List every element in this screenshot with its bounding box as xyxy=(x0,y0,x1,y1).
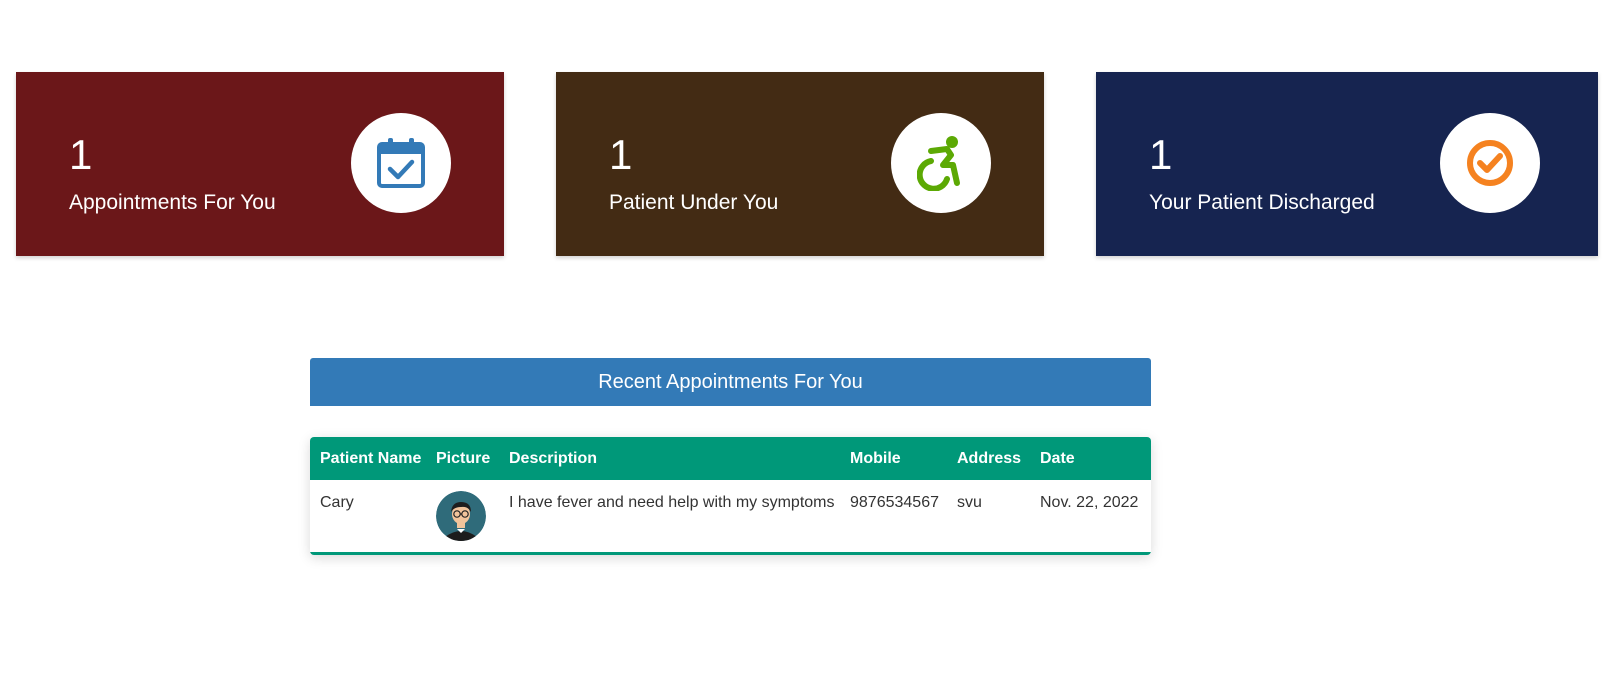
discharged-card: 1 Your Patient Discharged xyxy=(1096,72,1598,256)
cell-picture xyxy=(426,480,499,554)
patient-avatar xyxy=(436,491,486,541)
patients-count: 1 xyxy=(609,131,633,178)
column-header-picture: Picture xyxy=(436,449,491,467)
recent-appointments-title: Recent Appointments For You xyxy=(598,370,863,393)
cell-mobile: 9876534567 xyxy=(850,494,939,511)
column-header-mobile: Mobile xyxy=(850,449,901,467)
discharged-count: 1 xyxy=(1149,131,1173,178)
recent-appointments-header: Recent Appointments For You xyxy=(310,358,1151,406)
wheelchair-icon xyxy=(917,136,960,191)
cell-address: svu xyxy=(957,494,982,511)
check-circle-icon xyxy=(1467,140,1513,186)
appointments-card: 1 Appointments For You xyxy=(16,72,504,256)
appointments-table: Patient Name Picture Description Mobile … xyxy=(310,437,1151,555)
column-header-description: Description xyxy=(509,449,598,467)
column-header-date: Date xyxy=(1040,449,1075,467)
appointments-count: 1 xyxy=(69,131,93,178)
cell-patient-name: Cary xyxy=(320,494,354,511)
column-header-patient-name: Patient Name xyxy=(320,449,422,467)
appointments-label: Appointments For You xyxy=(69,191,276,214)
table-header-row: Patient Name Picture Description Mobile … xyxy=(310,437,1151,480)
discharged-icon-circle xyxy=(1440,113,1540,213)
discharged-label: Your Patient Discharged xyxy=(1149,191,1375,214)
patients-label: Patient Under You xyxy=(609,191,779,214)
appointments-icon-circle xyxy=(351,113,451,213)
column-header-address: Address xyxy=(957,449,1022,467)
patients-card: 1 Patient Under You xyxy=(556,72,1044,256)
cell-description: I have fever and need help with my sympt… xyxy=(509,494,835,511)
cell-date: Nov. 22, 2022 xyxy=(1040,494,1139,511)
patients-icon-circle xyxy=(891,113,991,213)
calendar-check-icon xyxy=(377,138,425,188)
table-row: Cary I have fever and need help with my … xyxy=(310,480,1151,554)
